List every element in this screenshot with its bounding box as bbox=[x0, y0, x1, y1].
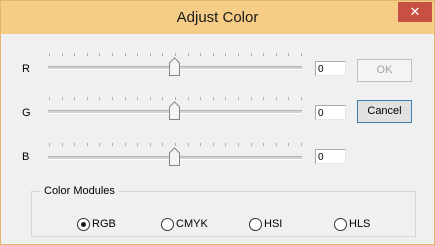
b-slider[interactable] bbox=[46, 143, 304, 173]
slider-tick bbox=[288, 143, 290, 146]
slider-tick bbox=[149, 53, 151, 56]
radio-hls-label: HLS bbox=[349, 218, 371, 230]
slider-tick bbox=[162, 97, 164, 100]
slider-tick bbox=[137, 53, 139, 56]
slider-tick bbox=[61, 97, 63, 100]
slider-tick bbox=[86, 53, 88, 56]
slider-tick bbox=[200, 53, 202, 56]
r-value-field[interactable]: 0 bbox=[315, 61, 346, 76]
g-slider-thumb[interactable] bbox=[169, 101, 180, 120]
slider-tick bbox=[275, 53, 277, 56]
slider-tick bbox=[99, 53, 101, 56]
slider-tick bbox=[187, 97, 189, 100]
slider-tick bbox=[49, 53, 50, 56]
slider-tick bbox=[238, 143, 239, 146]
slider-tick bbox=[112, 97, 113, 100]
slider-tick bbox=[49, 143, 50, 146]
slider-tick bbox=[162, 143, 164, 146]
slider-tick bbox=[200, 143, 202, 146]
slider-tick bbox=[225, 53, 227, 56]
slider-tick bbox=[175, 143, 176, 146]
slider-tick bbox=[162, 53, 164, 56]
slider-tick bbox=[124, 97, 126, 100]
slider-tick bbox=[99, 97, 101, 100]
slider-tick bbox=[175, 97, 176, 100]
slider-tick bbox=[301, 53, 302, 56]
radio-hls-circle bbox=[334, 218, 347, 231]
slider-tick bbox=[200, 97, 202, 100]
close-button[interactable]: ✕ bbox=[398, 2, 432, 22]
slider-tick bbox=[112, 143, 113, 146]
slider-tick bbox=[61, 143, 63, 146]
slider-tick bbox=[86, 97, 88, 100]
slider-tick bbox=[124, 53, 126, 56]
cancel-button[interactable]: Cancel bbox=[357, 100, 412, 123]
slider-tick bbox=[74, 97, 76, 100]
slider-tick bbox=[74, 143, 76, 146]
slider-tick bbox=[149, 143, 151, 146]
slider-tick bbox=[275, 143, 277, 146]
slider-tick bbox=[112, 53, 113, 56]
ok-button[interactable]: OK bbox=[357, 59, 412, 82]
b-label: B bbox=[22, 151, 30, 163]
slider-tick bbox=[250, 97, 252, 100]
radio-cmyk-label: CMYK bbox=[176, 218, 208, 230]
slider-tick bbox=[187, 53, 189, 56]
slider-tick bbox=[225, 143, 227, 146]
g-label: G bbox=[22, 107, 31, 119]
radio-rgb-circle bbox=[77, 218, 90, 231]
slider-tick bbox=[288, 97, 290, 100]
slider-tick bbox=[238, 97, 239, 100]
slider-tick bbox=[263, 53, 265, 56]
slider-tick bbox=[212, 97, 214, 100]
slider-tick bbox=[187, 143, 189, 146]
slider-tick bbox=[225, 97, 227, 100]
slider-tick bbox=[137, 143, 139, 146]
slider-tick bbox=[61, 53, 63, 56]
slider-tick bbox=[212, 143, 214, 146]
slider-tick bbox=[263, 97, 265, 100]
slider-tick bbox=[263, 143, 265, 146]
slider-tick bbox=[250, 143, 252, 146]
slider-tick bbox=[250, 53, 252, 56]
slider-tick bbox=[124, 143, 126, 146]
radio-hsi-circle bbox=[249, 218, 262, 231]
radio-rgb-dot bbox=[81, 222, 86, 227]
b-value-field[interactable]: 0 bbox=[315, 149, 346, 164]
slider-tick bbox=[137, 97, 139, 100]
slider-tick bbox=[49, 97, 50, 100]
radio-cmyk-circle bbox=[161, 218, 174, 231]
slider-tick bbox=[288, 53, 290, 56]
radio-rgb-label: RGB bbox=[92, 218, 116, 230]
b-slider-thumb[interactable] bbox=[169, 147, 180, 166]
color-modules-caption: Color Modules bbox=[41, 184, 118, 198]
g-value-field[interactable]: 0 bbox=[315, 105, 346, 120]
slider-tick bbox=[74, 53, 76, 56]
slider-tick bbox=[175, 53, 176, 56]
radio-hsi-label: HSI bbox=[264, 218, 283, 230]
adjust-color-dialog: Adjust Color ✕ R 0 G 0 B 0 OK Cancel Col… bbox=[0, 0, 435, 245]
slider-tick bbox=[301, 143, 302, 146]
g-slider[interactable] bbox=[46, 97, 304, 127]
slider-tick bbox=[275, 97, 277, 100]
slider-tick bbox=[86, 143, 88, 146]
slider-tick bbox=[212, 53, 214, 56]
r-label: R bbox=[22, 63, 30, 75]
r-slider-thumb[interactable] bbox=[169, 57, 180, 76]
slider-tick bbox=[99, 143, 101, 146]
dialog-title: Adjust Color bbox=[176, 9, 259, 26]
slider-tick bbox=[149, 97, 151, 100]
slider-tick bbox=[301, 97, 302, 100]
slider-tick bbox=[238, 53, 239, 56]
close-icon: ✕ bbox=[409, 4, 421, 19]
title-bar[interactable]: Adjust Color ✕ bbox=[1, 1, 434, 34]
r-slider[interactable] bbox=[46, 53, 304, 83]
